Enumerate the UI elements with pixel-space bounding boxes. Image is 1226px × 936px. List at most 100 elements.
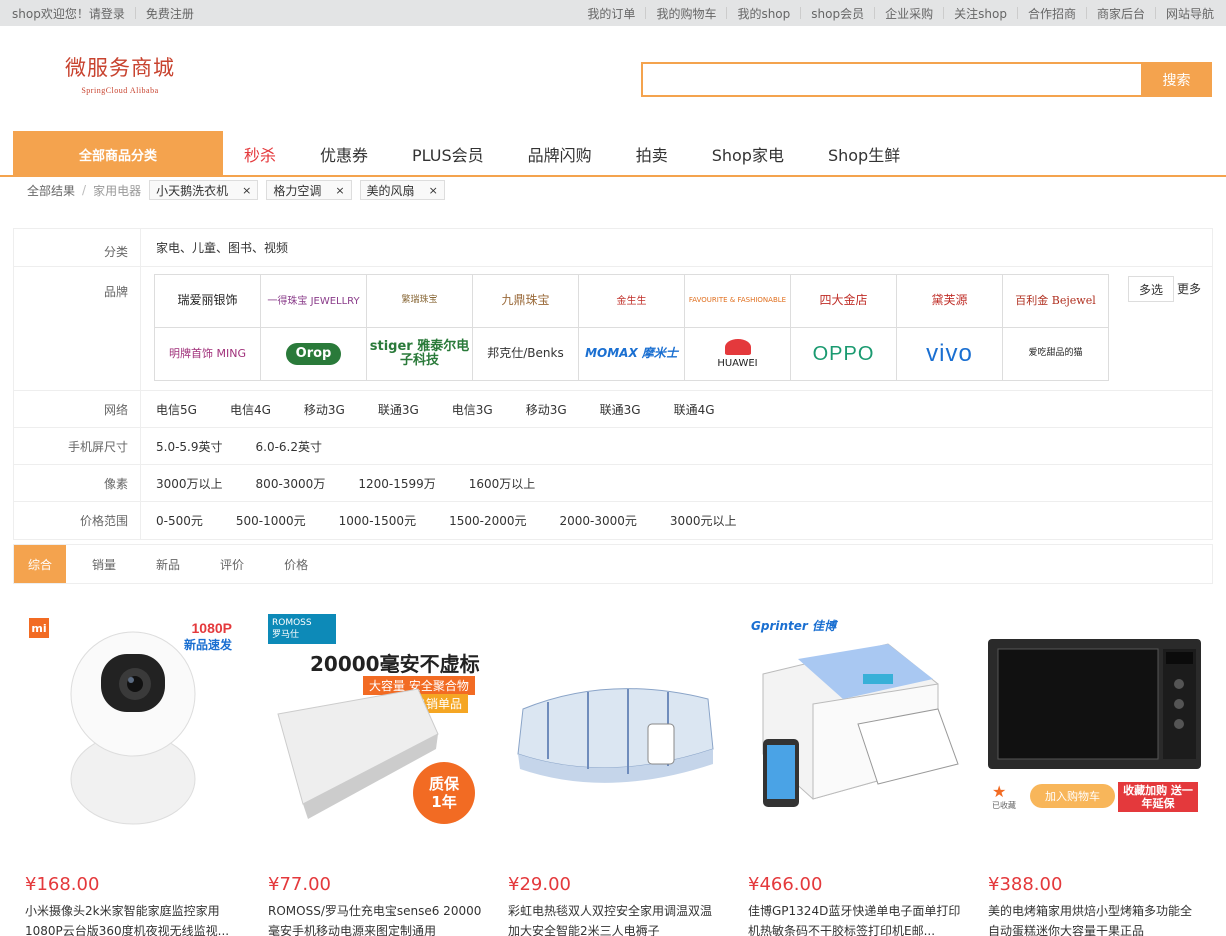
promo-badge: 1080P 新品速发 [184,620,232,653]
more-brands-link[interactable]: 更多 [1177,280,1201,297]
brand-logo[interactable]: vivo [897,328,1003,381]
sort-option[interactable]: 评价 [206,545,258,583]
brand-logo[interactable]: MOMAX 摩米士 [579,328,685,381]
product-title[interactable]: 美的电烤箱家用烘焙小型烤箱多功能全自动蛋糕迷你大容量干果正品 [988,901,1203,936]
brand-logo[interactable]: OPPO [791,328,897,381]
sort-option[interactable]: 新品 [142,545,194,583]
filter-value[interactable]: 0-500元 [156,512,203,529]
product-image[interactable] [508,614,723,829]
sort-option[interactable]: 价格 [270,545,322,583]
product-image[interactable]: ★ 已收藏 加入购物车 收藏加购 送一年延保 [988,614,1203,829]
filter-value[interactable]: 3000万以上 [156,475,223,492]
brand-logo[interactable]: stiger 雅泰尔电子科技 [367,328,473,381]
brand-logo[interactable]: 邦克仕/Benks [473,328,579,381]
sort-option[interactable]: 销量 [78,545,130,583]
breadcrumb-current[interactable]: 家用电器 [93,182,141,199]
top-link[interactable]: shop会员 [811,5,864,22]
nav-item[interactable]: 拍卖 [636,142,668,166]
favorited-label: 已收藏 [992,801,1016,810]
top-link[interactable]: 合作招商 [1028,5,1076,22]
product-image[interactable]: mi 1080P 新品速发 [25,614,240,829]
product-title[interactable]: 小米摄像头2k米家智能家庭监控家用1080P云台版360度机夜视无线监视... [25,901,240,936]
search-input[interactable] [641,62,1141,97]
login-link[interactable]: shop欢迎您！请登录 [12,5,125,22]
filter-value[interactable]: 联通3G [600,401,641,418]
close-icon[interactable]: × [335,184,344,197]
search-button[interactable]: 搜索 [1141,62,1212,97]
brand-logo[interactable]: 四大金店 [791,275,897,328]
multi-select-button[interactable]: 多选 [1128,276,1174,302]
brand-logo[interactable]: 九鼎珠宝 [473,275,579,328]
brand-logo[interactable]: 黛芙源 [897,275,1003,328]
nav-item[interactable]: Shop家电 [712,142,784,166]
product-card[interactable]: ROMOSS 罗马仕 20000毫安不虚标 大容量 安全聚合物 热销单品 质保 … [268,614,483,936]
sort-option[interactable]: 综合 [14,545,67,583]
nav-item[interactable]: 品牌闪购 [528,142,592,166]
filter-row-screen: 手机屏尺寸 5.0-5.9英寸 6.0-6.2英寸 [14,428,1212,465]
logo-subtext: SpringCloud Alibaba [81,86,159,95]
product-image[interactable]: Gprinter 佳博 [748,614,963,829]
nav-item[interactable]: Shop生鲜 [828,142,900,166]
top-link[interactable]: 网站导航 [1166,5,1214,22]
add-to-cart-button[interactable]: 加入购物车 [1030,784,1115,808]
filter-value[interactable]: 联通3G [378,401,419,418]
filter-value[interactable]: 3000元以上 [670,512,737,529]
filter-value[interactable]: 2000-3000元 [560,512,637,529]
filter-value[interactable]: 1500-2000元 [449,512,526,529]
nav-item[interactable]: 秒杀 [244,142,276,166]
product-card[interactable]: Gprinter 佳博 ¥466.00 佳博GP1324D蓝牙快递单电子面单打印… [748,614,963,936]
product-card[interactable]: mi 1080P 新品速发 ¥168.00 小米摄像头2k米家智能家庭监控家用1… [25,614,240,936]
filter-value[interactable]: 移动3G [304,401,345,418]
product-card[interactable]: ¥29.00 彩虹电热毯双人双控安全家用调温双温加大安全智能2米三人电褥子 [508,614,723,936]
brand-logo[interactable]: 一得珠宝 JEWELLRY [261,275,367,328]
product-card[interactable]: ★ 已收藏 加入购物车 收藏加购 送一年延保 ¥388.00 美的电烤箱家用烘焙… [988,614,1203,936]
top-link[interactable]: 商家后台 [1097,5,1145,22]
filter-value[interactable]: 5.0-5.9英寸 [156,438,223,455]
filter-value[interactable]: 电信5G [156,401,197,418]
filter-label: 手机屏尺寸 [14,428,141,464]
filter-value[interactable]: 电信4G [230,401,271,418]
register-link[interactable]: 免费注册 [146,5,194,22]
brand-name: 一得珠宝 JEWELLRY [267,295,360,307]
nav-item[interactable]: 优惠券 [320,142,368,166]
filter-value[interactable]: 6.0-6.2英寸 [256,438,323,455]
brand-logo[interactable]: 明牌首饰 MING [155,328,261,381]
filter-value[interactable]: 500-1000元 [236,512,306,529]
top-link[interactable]: 我的购物车 [656,5,716,22]
filter-value[interactable]: 1600万以上 [469,475,536,492]
filter-tag[interactable]: 美的风扇 × [359,180,445,200]
product-title[interactable]: 佳博GP1324D蓝牙快递单电子面单打印机热敏条码不干胶标签打印机E邮... [748,901,963,936]
filter-tag[interactable]: 格力空调 × [266,180,352,200]
filter-value[interactable]: 移动3G [526,401,567,418]
product-title[interactable]: ROMOSS/罗马仕充电宝sense6 20000毫安手机移动电源来图定制通用 [268,901,483,936]
top-link[interactable]: 企业采购 [885,5,933,22]
filter-value[interactable]: 1000-1500元 [339,512,416,529]
brand-logo[interactable]: 繁瑞珠宝 [367,275,473,328]
brand-logo[interactable]: 百利金 Bejewel [1003,275,1109,328]
filter-tag[interactable]: 小天鹅洗衣机 × [149,180,259,200]
filter-value[interactable]: 联通4G [674,401,715,418]
top-link[interactable]: 我的订单 [587,5,635,22]
brand-logo[interactable]: 金生生 [579,275,685,328]
filter-value[interactable]: 1200-1599万 [358,475,435,492]
brand-logo[interactable]: 瑞爱丽银饰 [155,275,261,328]
filter-value[interactable]: 电信3G [452,401,493,418]
filter-value[interactable]: 800-3000万 [256,475,326,492]
top-link[interactable]: 关注shop [954,5,1007,22]
close-icon[interactable]: × [429,184,438,197]
close-icon[interactable]: × [242,184,251,197]
nav-item[interactable]: PLUS会员 [412,142,484,166]
divider [1016,7,1018,19]
brand-logo[interactable]: Orop [261,328,367,381]
brand-name: 爱吃甜品的猫 [1028,348,1083,359]
breadcrumb-root[interactable]: 全部结果 [27,182,75,199]
top-link[interactable]: 我的shop [737,5,790,22]
brand-logo[interactable]: FAVOURITE & FASHIONABLE [685,275,791,328]
brand-logo[interactable]: 爱吃甜品的猫 [1003,328,1109,381]
all-categories-button[interactable]: 全部商品分类 [13,131,223,177]
brand-name: 繁瑞珠宝 [401,295,438,306]
product-title[interactable]: 彩虹电热毯双人双控安全家用调温双温加大安全智能2米三人电褥子 [508,901,723,936]
brand-logo[interactable]: HUAWEI [685,328,791,381]
logo[interactable]: 微服务商城 SpringCloud Alibaba [60,52,180,95]
product-image[interactable]: ROMOSS 罗马仕 20000毫安不虚标 大容量 安全聚合物 热销单品 质保 … [268,614,483,829]
